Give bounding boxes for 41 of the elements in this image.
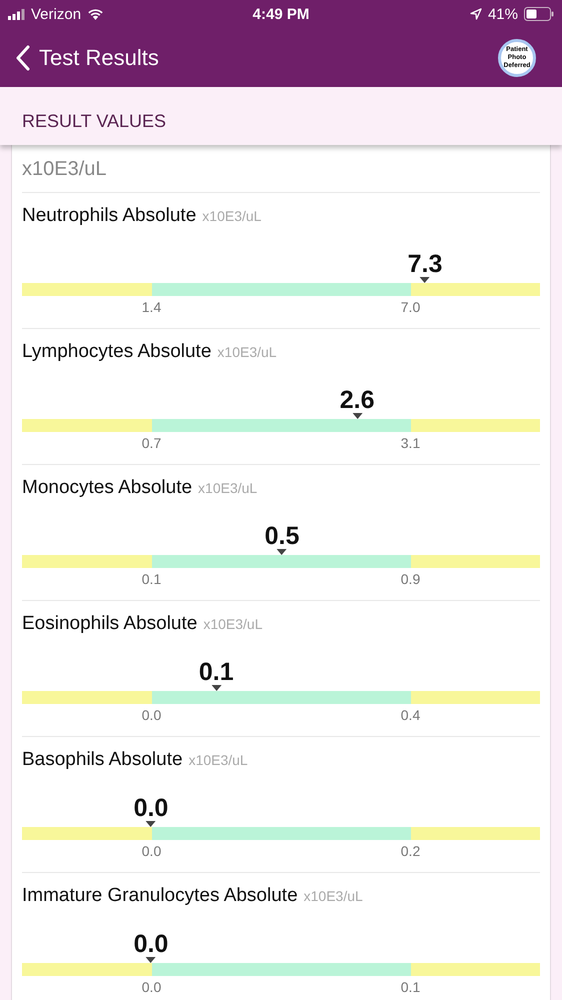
chevron-left-icon [16, 44, 30, 70]
result-value: 0.5 [264, 523, 300, 549]
unit-label: x10E3/uL [188, 752, 248, 768]
high-limit: 7.0 [400, 299, 420, 315]
result-name: Immature Granulocytes Absolute [22, 885, 298, 907]
clock-time: 4:49 PM [252, 6, 310, 22]
unit-label: x10E3/uL [202, 208, 262, 224]
high-limit: 0.9 [400, 571, 420, 587]
result-name: Neutrophils Absolute [22, 205, 196, 227]
result-value: 7.3 [408, 251, 442, 277]
carrier-name: Verizon [31, 6, 82, 22]
low-limit: 0.1 [142, 571, 162, 587]
battery-percent: 41% [488, 6, 518, 22]
high-limit: 0.2 [400, 843, 420, 859]
result-name: Monocytes Absolute [22, 477, 192, 499]
result-value: 0.1 [198, 659, 234, 685]
result-value: 0.0 [134, 931, 168, 957]
low-limit: 0.7 [142, 435, 162, 451]
battery-icon [524, 7, 554, 21]
unit-label: x10E3/uL [198, 480, 258, 496]
unit-label: x10E3/uL [203, 616, 263, 632]
result-value: 2.6 [340, 387, 375, 413]
low-limit: 1.4 [142, 299, 162, 315]
signal-icon [8, 8, 25, 20]
unit-label: x10E3/uL [304, 888, 363, 904]
result-name: Basophils Absolute [22, 749, 183, 771]
result-name: Lymphocytes Absolute [22, 341, 212, 363]
unit-label: x10E3/uL [217, 344, 277, 360]
unit-label: x10E3/uL [22, 158, 107, 181]
low-limit: 0.0 [142, 843, 162, 859]
high-limit: 3.1 [400, 435, 420, 451]
location-icon [470, 8, 482, 20]
back-button[interactable]: Test Results [16, 44, 159, 70]
section-title: RESULT VALUES [22, 110, 166, 132]
low-limit: 0.0 [142, 707, 162, 723]
result-value: 0.0 [134, 795, 168, 821]
high-limit: 0.4 [400, 707, 420, 723]
wifi-icon [87, 8, 104, 20]
result-name: Eosinophils Absolute [22, 613, 198, 635]
high-limit: 0.1 [400, 979, 420, 995]
low-limit: 0.0 [142, 979, 162, 995]
